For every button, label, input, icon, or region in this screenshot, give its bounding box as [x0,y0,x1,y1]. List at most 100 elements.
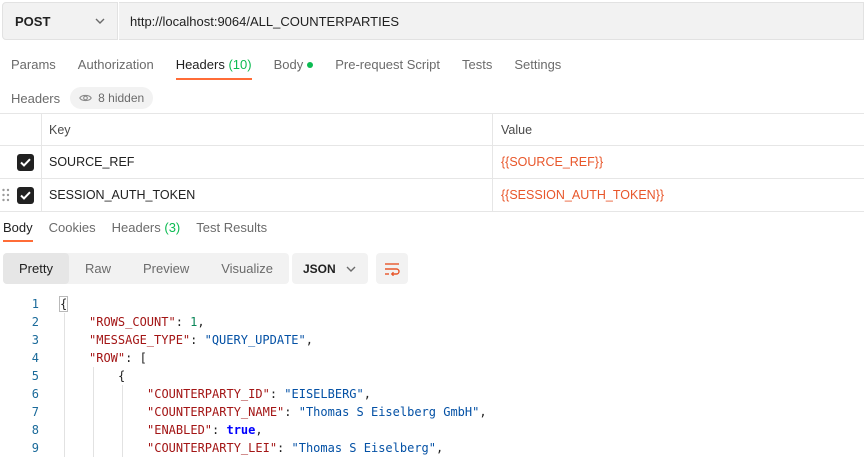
indent-guide [122,421,123,439]
code-text: "COUNTERPARTY_LEI": "Thomas S Eiselberg"… [147,439,443,457]
hidden-headers-toggle[interactable]: 8 hidden [70,87,154,109]
tab-label: Pre-request Script [335,57,440,72]
code-token: "ROW" [89,351,126,365]
code-token: "ENABLED" [147,423,213,437]
format-label: JSON [303,261,336,276]
indent-guide [64,349,65,367]
request-url-bar: POST http://localhost:9064/ALL_COUNTERPA… [0,0,864,42]
code-token: "ROWS_COUNT" [89,315,176,329]
format-select[interactable]: JSON [292,253,368,284]
code-line: 3 "MESSAGE_TYPE": "QUERY_UPDATE", [0,331,864,349]
view-mode-preview[interactable]: Preview [127,253,205,284]
indent-guide [93,403,94,421]
tab-pre-request-script[interactable]: Pre-request Script [324,50,451,80]
tab-settings[interactable]: Settings [503,50,572,80]
headers-table: Key Value SOURCE_REF {{SOURCE_REF}} SESS… [0,113,864,212]
indent-guide [64,421,65,439]
code-token: : [269,387,285,401]
indent-guide [93,421,94,439]
code-token: : [175,315,191,329]
checkmark-icon [20,158,31,167]
code-token: : [190,333,205,347]
indent-guide [93,385,94,403]
tab-body[interactable]: Body [263,50,325,80]
view-mode-selector: Pretty Raw Preview Visualize [3,253,290,284]
drag-handle-icon[interactable] [2,188,10,202]
response-body-code[interactable]: 1{2 "ROWS_COUNT": 1, 3 "MESSAGE_TYPE": "QUE… [0,295,864,458]
tab-tests[interactable]: Tests [451,50,503,80]
response-tab-cookies[interactable]: Cookies [46,216,99,242]
indent-guide [122,385,123,403]
code-token: , [436,441,444,455]
code-token: , [255,423,263,437]
code-line: 1{ [0,295,864,313]
code-text: { [118,367,125,385]
code-token: : [ [125,351,147,365]
view-mode-visualize[interactable]: Visualize [205,253,289,284]
line-number: 6 [31,387,39,401]
code-line: 2 "ROWS_COUNT": 1, [0,313,864,331]
code-token: true [226,423,256,437]
wrap-lines-button[interactable] [376,253,408,284]
body-indicator-dot [307,61,314,68]
code-text: { [58,295,69,313]
header-key-cell[interactable]: SESSION_AUTH_TOKEN [41,179,493,211]
header-value-cell[interactable]: {{SOURCE_REF}} [493,146,864,178]
indent-guide [122,403,123,421]
indent-guide [64,439,65,457]
line-number: 8 [31,423,39,437]
indent-guide [64,403,65,421]
code-token: "COUNTERPARTY_NAME" [147,405,285,419]
code-token: "EISELBERG" [284,387,364,401]
tab-label: Body [273,57,304,72]
chevron-down-icon [346,266,356,272]
code-token: : [284,405,299,419]
checkmark-icon [20,191,31,200]
code-token: , [479,405,487,419]
headers-section-label: Headers [11,90,61,106]
indent-guide [64,367,65,385]
tab-authorization[interactable]: Authorization [67,50,165,80]
code-text: "COUNTERPARTY_NAME": "Thomas S Eiselberg… [147,403,487,421]
hidden-headers-label: 8 hidden [98,91,145,105]
indent-guide [64,313,65,331]
header-enabled-checkbox[interactable] [17,154,34,171]
code-line: 6 "COUNTERPARTY_ID": "EISELBERG", [0,385,864,403]
eye-icon [79,94,92,102]
tab-params[interactable]: Params [0,50,67,80]
header-value-cell[interactable]: {{SESSION_AUTH_TOKEN}} [493,179,864,211]
tab-label: Headers [175,57,225,72]
chevron-down-icon [95,18,105,24]
indent-guide [64,331,65,349]
value-column-header: Value [501,122,533,137]
headers-toolbar: Headers 8 hidden [11,86,154,110]
code-token: "Thomas S Eiselberg GmbH" [298,405,480,419]
line-number: 4 [31,351,39,365]
method-select[interactable]: POST [2,2,118,40]
url-input[interactable]: http://localhost:9064/ALL_COUNTERPARTIES [119,2,864,40]
code-text: "MESSAGE_TYPE": "QUERY_UPDATE", [89,331,313,349]
code-token: , [363,387,371,401]
line-number: 1 [31,297,39,311]
response-tab-headers[interactable]: Headers (3) [109,216,184,242]
header-key-cell[interactable]: SOURCE_REF [41,146,493,178]
method-label: POST [15,13,51,29]
code-token: : [212,423,227,437]
code-text: "ROW": [ [89,349,147,367]
tab-label: Headers [111,220,161,235]
tab-label: Body [3,220,33,235]
table-row: SESSION_AUTH_TOKEN {{SESSION_AUTH_TOKEN}… [0,179,864,212]
tab-label: Settings [514,57,562,72]
view-mode-raw[interactable]: Raw [69,253,127,284]
line-number: 7 [31,405,39,419]
line-number: 5 [31,369,39,383]
header-enabled-checkbox[interactable] [17,187,34,204]
response-tab-body[interactable]: Body [0,216,36,242]
code-token: "COUNTERPARTY_LEI" [147,441,278,455]
view-mode-pretty[interactable]: Pretty [3,253,69,284]
tab-headers[interactable]: Headers (10) [165,50,263,80]
response-tab-test-results[interactable]: Test Results [193,216,270,242]
code-token: "COUNTERPARTY_ID" [147,387,270,401]
code-text: "ENABLED": true, [147,421,263,439]
url-text: http://localhost:9064/ALL_COUNTERPARTIES [130,13,400,29]
